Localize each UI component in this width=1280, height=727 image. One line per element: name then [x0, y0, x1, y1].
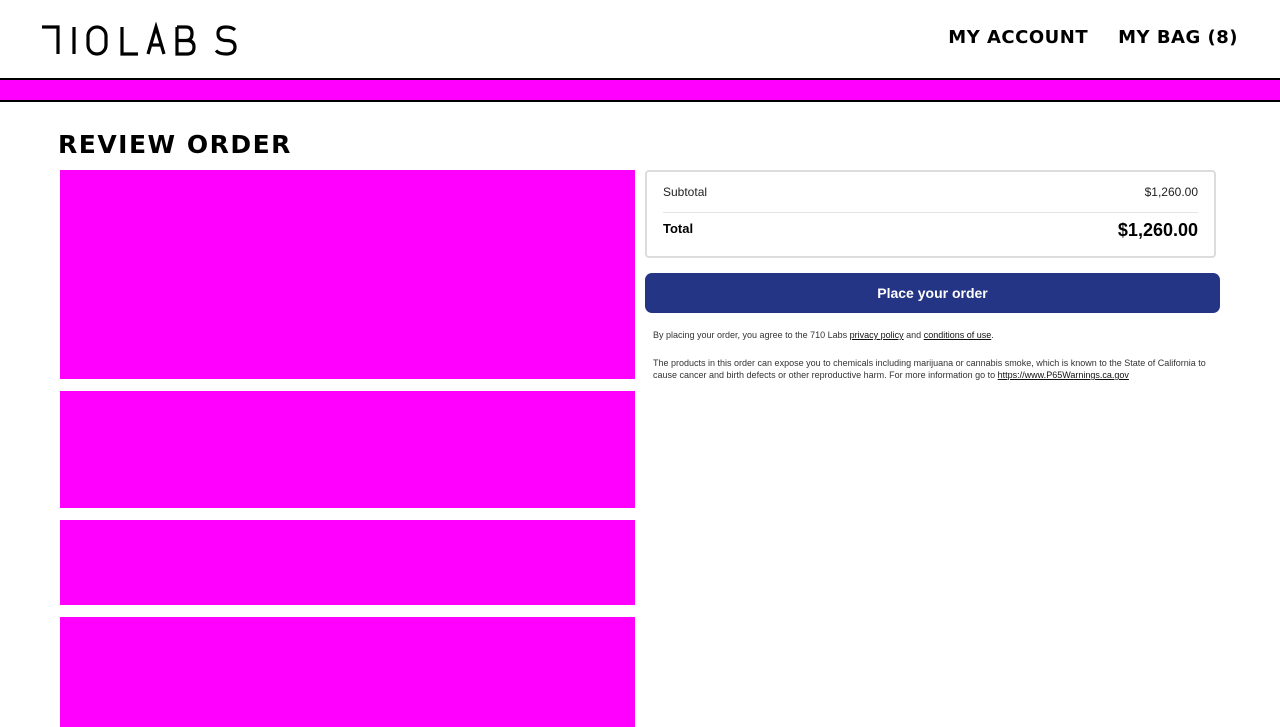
- agreement-suffix: .: [991, 330, 994, 340]
- order-item-4: [60, 617, 635, 727]
- subtotal-value: $1,260.00: [1144, 185, 1198, 199]
- accent-banner: [0, 78, 1280, 102]
- agreement-and: and: [903, 330, 924, 340]
- order-item-3: [60, 520, 635, 605]
- my-bag-link[interactable]: MY BAG (8): [1118, 27, 1238, 48]
- total-label: Total: [663, 221, 694, 236]
- subtotal-label: Subtotal: [663, 185, 708, 199]
- order-item-2: [60, 391, 635, 508]
- agreement-prefix: By placing your order, you agree to the …: [653, 330, 850, 340]
- subtotal-row: Subtotal $1,260.00: [663, 172, 1198, 213]
- header-nav: MY ACCOUNT MY BAG (8): [948, 27, 1238, 48]
- p65-warnings-link[interactable]: https://www.P65Warnings.ca.gov: [998, 370, 1129, 380]
- order-item-1: [60, 170, 635, 379]
- prop65-warning: The products in this order can expose yo…: [653, 357, 1208, 381]
- site-header: MY ACCOUNT MY BAG (8): [0, 0, 1280, 78]
- place-order-button[interactable]: Place your order: [645, 273, 1220, 313]
- legal-notice: By placing your order, you agree to the …: [653, 329, 1208, 397]
- 710labs-logo[interactable]: [40, 22, 240, 58]
- agreement-text: By placing your order, you agree to the …: [653, 329, 1208, 341]
- page-title: REVIEW ORDER: [58, 130, 292, 159]
- my-account-link[interactable]: MY ACCOUNT: [948, 27, 1088, 48]
- total-row: Total $1,260.00: [663, 213, 1198, 249]
- total-value: $1,260.00: [1117, 220, 1198, 240]
- order-summary: Subtotal $1,260.00 Total $1,260.00: [645, 170, 1216, 258]
- conditions-of-use-link[interactable]: conditions of use: [924, 330, 992, 340]
- privacy-policy-link[interactable]: privacy policy: [850, 330, 904, 340]
